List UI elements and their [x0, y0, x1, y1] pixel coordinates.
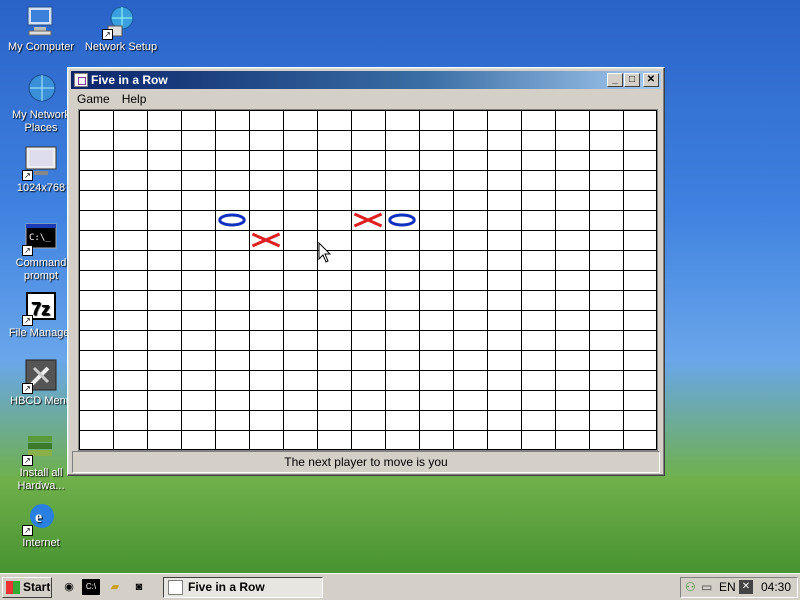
maximize-icon: □ — [628, 74, 636, 85]
taskbar-button-five-in-a-row[interactable]: Five in a Row — [163, 577, 323, 598]
start-button[interactable]: Start — [2, 577, 52, 598]
tray-network-icon[interactable]: ⚇ — [685, 578, 696, 597]
svg-text:C:\_: C:\_ — [29, 233, 51, 243]
close-icon: ✕ — [646, 74, 656, 85]
language-indicator[interactable]: EN — [719, 578, 736, 597]
five-in-a-row-window: Five in a Row _ □ ✕ Game Help The next p… — [67, 67, 665, 476]
network-places-icon — [24, 72, 58, 106]
desktop-icon-my-computer[interactable]: My Computer — [2, 4, 80, 54]
svg-text:7z: 7z — [31, 299, 50, 319]
mouse-cursor-icon — [318, 242, 332, 263]
piece-x — [251, 232, 281, 248]
tray-tools-icon[interactable]: ✕ — [739, 580, 753, 594]
menu-game[interactable]: Game — [71, 92, 116, 106]
board-grid[interactable] — [79, 110, 657, 450]
desktop-icon-internet[interactable]: e ↗ Internet — [2, 500, 80, 550]
quicklaunch-browser-icon[interactable]: ◉ — [60, 579, 78, 595]
monitor-icon: ↗ — [22, 145, 58, 181]
close-button[interactable]: ✕ — [643, 73, 659, 87]
tray-device-icon[interactable]: ▭ — [701, 578, 712, 597]
minimize-button[interactable]: _ — [607, 73, 623, 87]
piece-o — [388, 213, 416, 227]
minimize-icon: _ — [612, 74, 618, 85]
game-board[interactable] — [78, 109, 658, 451]
7zip-icon: 7z ↗ — [22, 290, 58, 326]
status-text: The next player to move is you — [284, 455, 448, 469]
windows-logo-icon — [6, 581, 20, 594]
command-prompt-icon: C:\_ ↗ — [22, 220, 58, 256]
computer-icon — [24, 4, 58, 38]
install-icon: ↗ — [22, 430, 58, 466]
tools-icon: ↗ — [22, 358, 58, 394]
piece-x — [353, 212, 383, 228]
clock: 04:30 — [761, 580, 792, 594]
menu-bar: Game Help — [71, 90, 661, 108]
quicklaunch-cmd-icon[interactable]: C:\ — [82, 579, 100, 595]
maximize-button[interactable]: □ — [624, 73, 640, 87]
svg-text:e: e — [35, 509, 42, 526]
taskbar: Start ◉ C:\ ▰ ◙ Five in a Row ⚇ ▭ EN ✕ 0… — [0, 573, 800, 600]
internet-icon: e ↗ — [22, 500, 58, 536]
window-titlebar[interactable]: Five in a Row _ □ ✕ — [71, 71, 661, 89]
app-icon[interactable] — [74, 73, 88, 87]
status-bar: The next player to move is you — [72, 451, 660, 473]
quicklaunch-disk-icon[interactable]: ◙ — [130, 579, 148, 595]
app-icon — [168, 580, 183, 595]
window-title: Five in a Row — [91, 73, 168, 87]
quicklaunch-folder-icon[interactable]: ▰ — [106, 579, 124, 595]
desktop-icon-network-setup[interactable]: ↗ Network Setup — [82, 4, 160, 54]
menu-help[interactable]: Help — [116, 92, 153, 106]
network-icon: ↗ — [102, 4, 138, 40]
system-tray: ⚇ ▭ EN ✕ 04:30 — [680, 577, 798, 598]
piece-o — [218, 213, 246, 227]
